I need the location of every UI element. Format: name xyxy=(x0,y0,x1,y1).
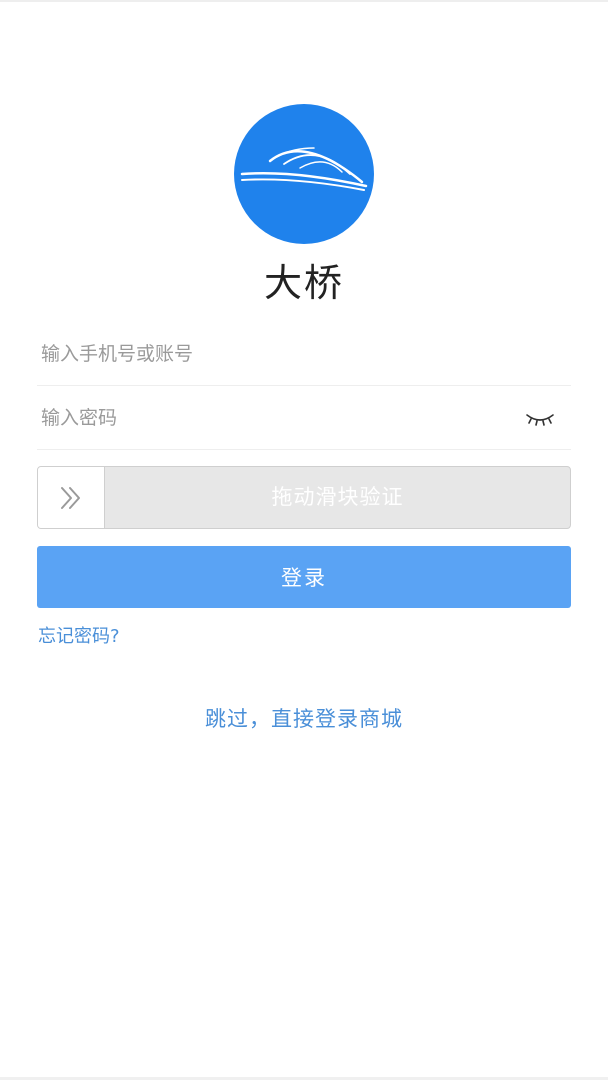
account-input[interactable] xyxy=(41,323,511,385)
top-divider xyxy=(0,0,608,2)
bridge-arc-icon xyxy=(240,147,368,191)
password-visibility-toggle[interactable] xyxy=(521,405,559,431)
password-input[interactable] xyxy=(41,387,511,449)
login-button[interactable]: 登录 xyxy=(37,546,571,608)
double-chevron-right-icon xyxy=(61,487,80,509)
app-name: 大桥 xyxy=(263,261,344,305)
slider-label: 拖动滑块验证 xyxy=(271,485,404,509)
password-field xyxy=(37,387,571,450)
skip-to-mall-link[interactable]: 跳过，直接登录商城 xyxy=(0,703,608,733)
forgot-password-link[interactable]: 忘记密码? xyxy=(38,622,120,648)
app-logo xyxy=(234,104,374,244)
closed-eye-icon xyxy=(526,414,554,426)
account-field xyxy=(37,323,571,386)
slider-handle[interactable] xyxy=(38,467,105,528)
login-screen: 大桥 拖动滑块 xyxy=(0,0,608,1080)
slider-captcha: 拖动滑块验证 xyxy=(37,466,571,529)
